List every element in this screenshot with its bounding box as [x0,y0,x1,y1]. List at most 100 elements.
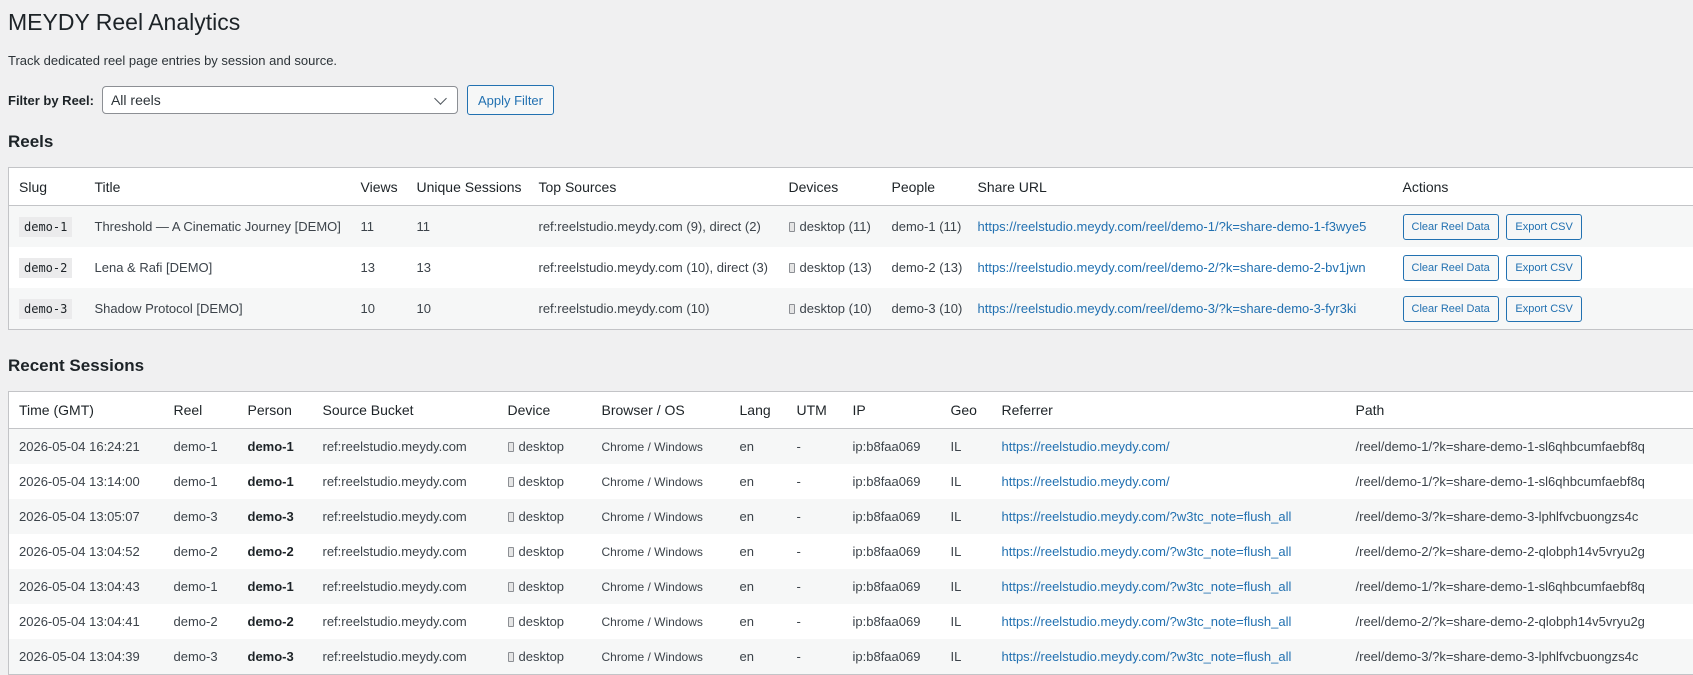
clear-reel-data-button[interactable]: Clear Reel Data [1403,255,1499,281]
session-device: desktop [519,439,565,454]
col-reel: Reel [164,392,238,429]
reel-devices: desktop (13) [779,247,882,288]
desktop-icon [789,263,795,273]
reel-devices: desktop (11) [779,206,882,248]
share-url-link[interactable]: https://reelstudio.meydy.com/reel/demo-3… [978,301,1357,316]
session-path: /reel/demo-2/?k=share-demo-2-qlobph14v5v… [1356,614,1645,629]
desktop-icon [508,512,514,522]
col-geo: Geo [941,392,992,429]
referrer-link[interactable]: https://reelstudio.meydy.com/?w3tc_note=… [1002,544,1292,559]
session-browser-os: Chrome / Windows [602,475,703,489]
session-time-cell: 2026-05-04 13:04:39 [9,639,164,675]
apply-filter-button[interactable]: Apply Filter [467,85,554,115]
session-device-cell: desktop [498,639,592,675]
reels-heading: Reels [8,132,53,152]
desktop-icon [508,442,514,452]
share-url-link[interactable]: https://reelstudio.meydy.com/reel/demo-1… [978,219,1367,234]
col-views: Views [351,168,407,206]
session-device-cell: desktop [498,569,592,604]
session-browser-os-cell: Chrome / Windows [592,604,730,639]
session-device-cell: desktop [498,534,592,569]
reel-title: Lena & Rafi [DEMO] [85,247,351,288]
session-referrer-cell: https://reelstudio.meydy.com/?w3tc_note=… [992,639,1346,675]
session-time-cell: 2026-05-04 13:04:43 [9,569,164,604]
session-browser-os: Chrome / Windows [602,510,703,524]
session-referrer-cell: https://reelstudio.meydy.com/?w3tc_note=… [992,499,1346,534]
session-path-cell: /reel/demo-2/?k=share-demo-2-qlobph14v5v… [1346,604,1693,639]
session-reel: demo-1 [174,474,218,489]
export-csv-button[interactable]: Export CSV [1506,214,1581,240]
clear-reel-data-button[interactable]: Clear Reel Data [1403,214,1499,240]
session-path: /reel/demo-1/?k=share-demo-1-sl6qhbcumfa… [1356,439,1645,454]
referrer-link[interactable]: https://reelstudio.meydy.com/?w3tc_note=… [1002,509,1292,524]
session-ip-cell: ip:b8faa069 [843,464,941,499]
col-referrer: Referrer [992,392,1346,429]
referrer-link[interactable]: https://reelstudio.meydy.com/?w3tc_note=… [1002,579,1292,594]
session-lang: en [740,649,754,664]
session-geo-cell: IL [941,604,992,639]
page-title: MEYDY Reel Analytics [8,8,240,37]
reel-actions: Clear Reel Data Export CSV [1393,206,1693,248]
desktop-icon [789,304,795,314]
session-device: desktop [519,649,565,664]
session-reel: demo-2 [174,614,218,629]
session-row: 2026-05-04 13:04:52demo-2demo-2ref:reels… [9,534,1693,569]
session-utm-cell: - [787,464,843,499]
session-lang-cell: en [730,639,787,675]
referrer-link[interactable]: https://reelstudio.meydy.com/ [1002,474,1170,489]
session-reel-cell: demo-2 [164,604,238,639]
session-lang-cell: en [730,464,787,499]
session-lang-cell: en [730,534,787,569]
col-share-url: Share URL [968,168,1393,206]
session-device: desktop [519,474,565,489]
session-reel-cell: demo-3 [164,499,238,534]
session-row: 2026-05-04 16:24:21demo-1demo-1ref:reels… [9,429,1693,465]
referrer-link[interactable]: https://reelstudio.meydy.com/?w3tc_note=… [1002,649,1292,664]
session-row: 2026-05-04 13:04:43demo-1demo-1ref:reels… [9,569,1693,604]
session-utm: - [797,579,801,594]
reel-filter: Filter by Reel: All reels Apply Filter [8,85,554,115]
session-ip-cell: ip:b8faa069 [843,639,941,675]
session-source: ref:reelstudio.meydy.com [323,579,467,594]
reel-devices-text: desktop (10) [800,301,872,316]
clear-reel-data-button[interactable]: Clear Reel Data [1403,296,1499,322]
col-lang: Lang [730,392,787,429]
session-ip-cell: ip:b8faa069 [843,534,941,569]
session-source: ref:reelstudio.meydy.com [323,649,467,664]
session-utm-cell: - [787,569,843,604]
session-source-cell: ref:reelstudio.meydy.com [313,569,498,604]
session-ip-cell: ip:b8faa069 [843,569,941,604]
filter-label: Filter by Reel: [8,93,94,108]
desktop-icon [508,652,514,662]
session-person: demo-1 [248,439,294,454]
session-time-cell: 2026-05-04 13:04:52 [9,534,164,569]
session-geo-cell: IL [941,499,992,534]
session-ip: ip:b8faa069 [853,649,921,664]
export-csv-button[interactable]: Export CSV [1506,296,1581,322]
session-device-cell: desktop [498,464,592,499]
session-source-cell: ref:reelstudio.meydy.com [313,604,498,639]
session-ip: ip:b8faa069 [853,474,921,489]
session-ip: ip:b8faa069 [853,544,921,559]
export-csv-button[interactable]: Export CSV [1506,255,1581,281]
reel-unique-sessions: 13 [407,247,529,288]
session-utm: - [797,614,801,629]
referrer-link[interactable]: https://reelstudio.meydy.com/ [1002,439,1170,454]
session-geo: IL [951,544,962,559]
session-reel-cell: demo-1 [164,569,238,604]
session-reel-cell: demo-1 [164,464,238,499]
reel-title: Shadow Protocol [DEMO] [85,288,351,330]
reel-slug: demo-2 [19,258,72,278]
session-reel-cell: demo-2 [164,534,238,569]
session-person: demo-1 [248,474,294,489]
share-url-link[interactable]: https://reelstudio.meydy.com/reel/demo-2… [978,260,1366,275]
session-time: 2026-05-04 13:04:39 [19,649,140,664]
reel-select[interactable]: All reels [102,86,458,114]
session-referrer-cell: https://reelstudio.meydy.com/?w3tc_note=… [992,569,1346,604]
reel-unique-sessions: 10 [407,288,529,330]
referrer-link[interactable]: https://reelstudio.meydy.com/?w3tc_note=… [1002,614,1292,629]
session-time-cell: 2026-05-04 13:05:07 [9,499,164,534]
session-device: desktop [519,579,565,594]
reel-actions: Clear Reel Data Export CSV [1393,247,1693,288]
col-device: Device [498,392,592,429]
